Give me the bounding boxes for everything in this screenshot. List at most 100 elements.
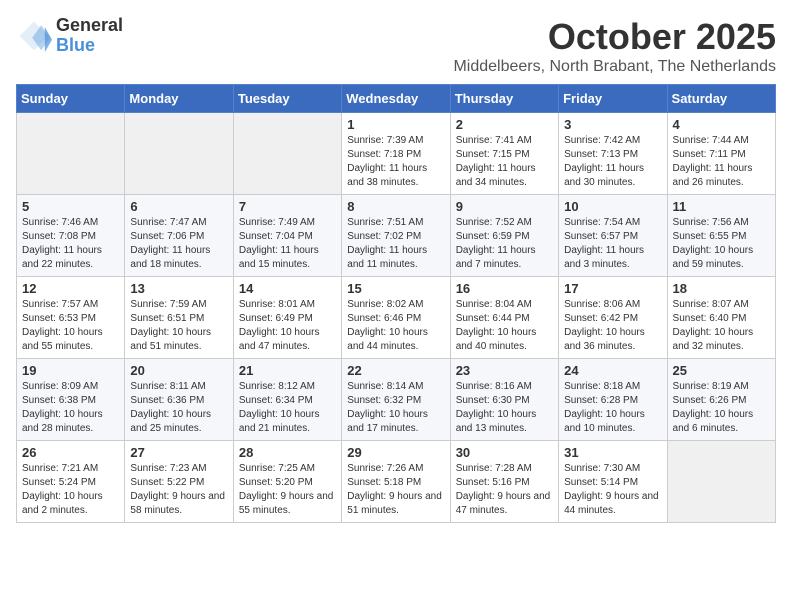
calendar-cell: 12Sunrise: 7:57 AM Sunset: 6:53 PM Dayli… [17, 277, 125, 359]
calendar-cell [667, 441, 775, 523]
day-number: 19 [22, 363, 119, 378]
calendar-header-monday: Monday [125, 85, 233, 113]
calendar-cell: 15 Sunrise: 8:02 AM Sunset: 6:46 PM Dayli… [342, 277, 450, 359]
calendar-header-wednesday: Wednesday [342, 85, 450, 113]
logo-icon [16, 18, 52, 54]
day-number: 28 [239, 445, 336, 460]
day-number: 7 [239, 199, 336, 214]
day-info: Sunrise: 7:47 AM Sunset: 7:06 PM Dayligh… [130, 216, 227, 272]
day-number: 12 [22, 281, 119, 296]
day-number: 3 [564, 117, 661, 132]
day-number: 6 [130, 199, 227, 214]
calendar-cell: 28Sunrise: 7:25 AM Sunset: 5:20 PM Dayli… [233, 441, 341, 523]
calendar-cell: 22 Sunrise: 8:14 AM Sunset: 6:32 PM Dayli… [342, 359, 450, 441]
day-info: Sunrise: 8:09 AM Sunset: 6:38 PM Dayligh… [22, 380, 119, 436]
day-info: Sunrise: 8:12 AM Sunset: 6:34 PM Dayligh… [239, 380, 336, 436]
day-number: 8 [347, 199, 444, 214]
calendar-cell: 23 Sunrise: 8:16 AM Sunset: 6:30 PM Dayli… [450, 359, 558, 441]
day-info: Sunrise: 7:23 AM Sunset: 5:22 PM Dayligh… [130, 462, 227, 518]
day-info: Sunrise: 8:14 AM Sunset: 6:32 PM Dayligh… [347, 380, 444, 436]
calendar-cell: 13 Sunrise: 7:59 AM Sunset: 6:51 PM Dayli… [125, 277, 233, 359]
day-number: 5 [22, 199, 119, 214]
calendar-cell [125, 113, 233, 195]
day-number: 27 [130, 445, 227, 460]
calendar-cell: 24Sunrise: 8:18 AM Sunset: 6:28 PM Dayli… [559, 359, 667, 441]
page-header: General Blue October 2025 Middelbeers, N… [16, 16, 776, 76]
calendar-cell: 5 Sunrise: 7:46 AM Sunset: 7:08 PM Daylig… [17, 195, 125, 277]
calendar-cell: 8 Sunrise: 7:51 AM Sunset: 7:02 PM Daylig… [342, 195, 450, 277]
calendar-cell: 7Sunrise: 7:49 AM Sunset: 7:04 PM Daylig… [233, 195, 341, 277]
calendar-cell: 10Sunrise: 7:54 AM Sunset: 6:57 PM Dayli… [559, 195, 667, 277]
calendar-week-row: 5 Sunrise: 7:46 AM Sunset: 7:08 PM Daylig… [17, 195, 776, 277]
day-info: Sunrise: 8:02 AM Sunset: 6:46 PM Dayligh… [347, 298, 444, 354]
calendar-week-row: 12Sunrise: 7:57 AM Sunset: 6:53 PM Dayli… [17, 277, 776, 359]
day-number: 25 [673, 363, 770, 378]
day-info: Sunrise: 7:46 AM Sunset: 7:08 PM Dayligh… [22, 216, 119, 272]
day-info: Sunrise: 7:54 AM Sunset: 6:57 PM Dayligh… [564, 216, 661, 272]
calendar-header-thursday: Thursday [450, 85, 558, 113]
day-number: 26 [22, 445, 119, 460]
day-info: Sunrise: 7:41 AM Sunset: 7:15 PM Dayligh… [456, 134, 553, 190]
day-number: 4 [673, 117, 770, 132]
day-info: Sunrise: 8:01 AM Sunset: 6:49 PM Dayligh… [239, 298, 336, 354]
calendar-cell: 1 Sunrise: 7:39 AM Sunset: 7:18 PM Daylig… [342, 113, 450, 195]
calendar-table: SundayMondayTuesdayWednesdayThursdayFrid… [16, 84, 776, 523]
calendar-cell: 16Sunrise: 8:04 AM Sunset: 6:44 PM Dayli… [450, 277, 558, 359]
day-number: 1 [347, 117, 444, 132]
calendar-cell: 14 Sunrise: 8:01 AM Sunset: 6:49 PM Dayli… [233, 277, 341, 359]
calendar-cell: 18Sunrise: 8:07 AM Sunset: 6:40 PM Dayli… [667, 277, 775, 359]
day-number: 31 [564, 445, 661, 460]
day-number: 30 [456, 445, 553, 460]
calendar-cell: 20 Sunrise: 8:11 AM Sunset: 6:36 PM Dayli… [125, 359, 233, 441]
calendar-week-row: 19 Sunrise: 8:09 AM Sunset: 6:38 PM Dayli… [17, 359, 776, 441]
day-number: 23 [456, 363, 553, 378]
calendar-week-row: 1 Sunrise: 7:39 AM Sunset: 7:18 PM Daylig… [17, 113, 776, 195]
calendar-cell: 29 Sunrise: 7:26 AM Sunset: 5:18 PM Dayli… [342, 441, 450, 523]
day-number: 15 [347, 281, 444, 296]
logo: General Blue [16, 16, 123, 56]
day-info: Sunrise: 8:16 AM Sunset: 6:30 PM Dayligh… [456, 380, 553, 436]
calendar-cell: 9Sunrise: 7:52 AM Sunset: 6:59 PM Daylig… [450, 195, 558, 277]
day-info: Sunrise: 7:52 AM Sunset: 6:59 PM Dayligh… [456, 216, 553, 272]
logo-general-text: General [56, 15, 123, 35]
day-info: Sunrise: 7:44 AM Sunset: 7:11 PM Dayligh… [673, 134, 770, 190]
day-number: 11 [673, 199, 770, 214]
calendar-cell: 19 Sunrise: 8:09 AM Sunset: 6:38 PM Dayli… [17, 359, 125, 441]
calendar-header-tuesday: Tuesday [233, 85, 341, 113]
day-number: 14 [239, 281, 336, 296]
calendar-week-row: 26Sunrise: 7:21 AM Sunset: 5:24 PM Dayli… [17, 441, 776, 523]
calendar-cell: 17Sunrise: 8:06 AM Sunset: 6:42 PM Dayli… [559, 277, 667, 359]
calendar-cell [17, 113, 125, 195]
day-number: 13 [130, 281, 227, 296]
day-info: Sunrise: 8:04 AM Sunset: 6:44 PM Dayligh… [456, 298, 553, 354]
calendar-cell: 21 Sunrise: 8:12 AM Sunset: 6:34 PM Dayli… [233, 359, 341, 441]
day-info: Sunrise: 7:51 AM Sunset: 7:02 PM Dayligh… [347, 216, 444, 272]
day-info: Sunrise: 8:07 AM Sunset: 6:40 PM Dayligh… [673, 298, 770, 354]
day-number: 21 [239, 363, 336, 378]
calendar-cell [233, 113, 341, 195]
day-info: Sunrise: 7:28 AM Sunset: 5:16 PM Dayligh… [456, 462, 553, 518]
calendar-cell: 2 Sunrise: 7:41 AM Sunset: 7:15 PM Daylig… [450, 113, 558, 195]
day-number: 20 [130, 363, 227, 378]
calendar-cell: 6 Sunrise: 7:47 AM Sunset: 7:06 PM Daylig… [125, 195, 233, 277]
calendar-cell: 11Sunrise: 7:56 AM Sunset: 6:55 PM Dayli… [667, 195, 775, 277]
calendar-cell: 3 Sunrise: 7:42 AM Sunset: 7:13 PM Daylig… [559, 113, 667, 195]
day-info: Sunrise: 7:26 AM Sunset: 5:18 PM Dayligh… [347, 462, 444, 518]
day-info: Sunrise: 7:59 AM Sunset: 6:51 PM Dayligh… [130, 298, 227, 354]
calendar-header-saturday: Saturday [667, 85, 775, 113]
day-number: 2 [456, 117, 553, 132]
day-info: Sunrise: 8:11 AM Sunset: 6:36 PM Dayligh… [130, 380, 227, 436]
day-info: Sunrise: 7:42 AM Sunset: 7:13 PM Dayligh… [564, 134, 661, 190]
day-info: Sunrise: 8:18 AM Sunset: 6:28 PM Dayligh… [564, 380, 661, 436]
calendar-cell: 27 Sunrise: 7:23 AM Sunset: 5:22 PM Dayli… [125, 441, 233, 523]
day-number: 17 [564, 281, 661, 296]
month-title: October 2025 [453, 16, 776, 58]
calendar-header-sunday: Sunday [17, 85, 125, 113]
day-number: 29 [347, 445, 444, 460]
day-number: 22 [347, 363, 444, 378]
calendar-cell: 26Sunrise: 7:21 AM Sunset: 5:24 PM Dayli… [17, 441, 125, 523]
day-info: Sunrise: 7:39 AM Sunset: 7:18 PM Dayligh… [347, 134, 444, 190]
calendar-cell: 4 Sunrise: 7:44 AM Sunset: 7:11 PM Daylig… [667, 113, 775, 195]
calendar-cell: 31Sunrise: 7:30 AM Sunset: 5:14 PM Dayli… [559, 441, 667, 523]
title-block: October 2025 Middelbeers, North Brabant,… [453, 16, 776, 76]
